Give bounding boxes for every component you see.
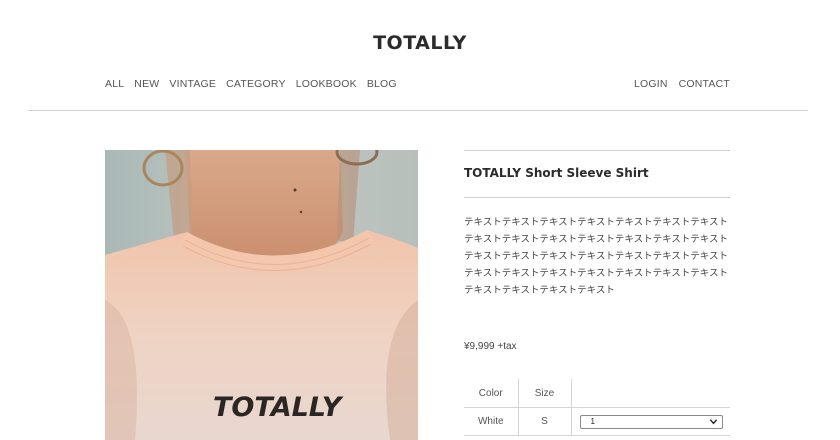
- product-photo-illustration: TOTALLY: [105, 150, 418, 440]
- quantity-header: [571, 379, 730, 408]
- nav-link-login[interactable]: LOGIN: [634, 78, 668, 90]
- account-nav: LOGIN CONTACT: [634, 78, 730, 90]
- nav-link-all[interactable]: ALL: [105, 78, 124, 90]
- chevron-down-icon: [709, 419, 717, 425]
- product-description: テキストテキストテキストテキストテキストテキストテキストテキストテキストテキスト…: [464, 217, 729, 296]
- title-bottom-divider: [464, 197, 730, 198]
- main-nav: ALL NEW VINTAGE CATEGORY LOOKBOOK BLOG: [105, 78, 397, 90]
- variant-table-header: Color Size: [464, 379, 730, 408]
- brand-logo[interactable]: TOTALLY: [0, 32, 840, 54]
- quantity-select[interactable]: 1: [579, 414, 723, 429]
- quantity-cell: 1: [571, 407, 730, 436]
- nav-link-vintage[interactable]: VINTAGE: [169, 78, 216, 90]
- nav-link-lookbook[interactable]: LOOKBOOK: [296, 78, 357, 90]
- product-title: TOTALLY Short Sleeve Shirt: [464, 166, 649, 180]
- quantity-value: 1: [590, 417, 595, 426]
- color-header: Color: [464, 379, 519, 408]
- size-header: Size: [518, 379, 572, 408]
- product-price: ¥9,999 +tax: [464, 341, 517, 352]
- product-info: TOTALLY Short Sleeve Shirt テキストテキストテキストテ…: [464, 150, 730, 299]
- nav-link-blog[interactable]: BLOG: [367, 78, 397, 90]
- header-divider: [28, 110, 808, 111]
- shirt-print-text: TOTALLY: [213, 392, 344, 423]
- variant-color: White: [464, 407, 519, 436]
- product-image[interactable]: TOTALLY: [105, 150, 418, 440]
- nav-link-contact[interactable]: CONTACT: [679, 78, 730, 90]
- variant-row: White S 1: [464, 407, 730, 436]
- nav-link-new[interactable]: NEW: [134, 78, 159, 90]
- title-top-divider: [464, 150, 730, 151]
- nav-link-category[interactable]: CATEGORY: [226, 78, 286, 90]
- variant-size: S: [518, 407, 572, 436]
- variant-table: Color Size White S 1: [464, 379, 730, 436]
